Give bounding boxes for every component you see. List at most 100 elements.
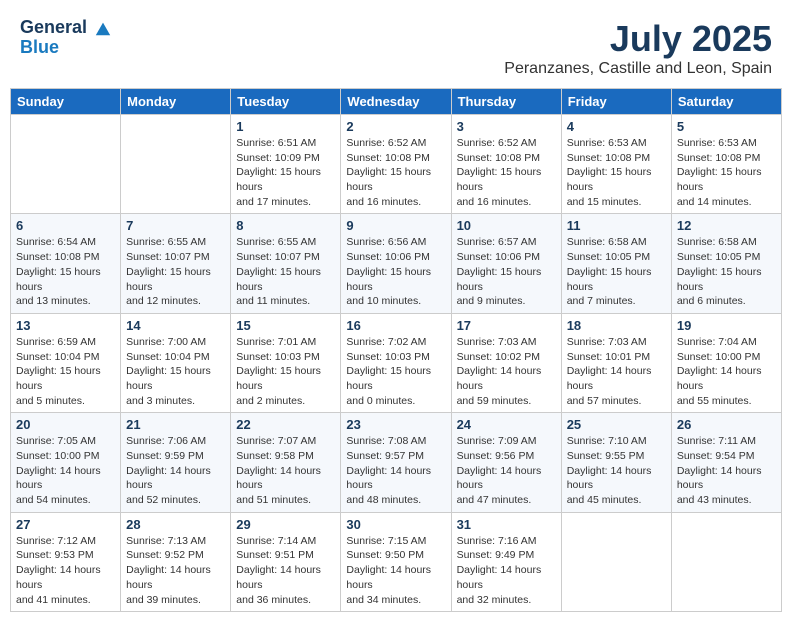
page-header: General Blue July 2025 Peranzanes, Casti… bbox=[10, 10, 782, 82]
calendar-cell: 22 Sunrise: 7:07 AMSunset: 9:58 PMDayligh… bbox=[231, 413, 341, 512]
weekday-header: Friday bbox=[561, 89, 671, 115]
calendar-cell: 25 Sunrise: 7:10 AMSunset: 9:55 PMDayligh… bbox=[561, 413, 671, 512]
logo: General Blue bbox=[20, 18, 112, 58]
calendar-cell: 30 Sunrise: 7:15 AMSunset: 9:50 PMDayligh… bbox=[341, 512, 451, 611]
day-number: 30 bbox=[346, 517, 445, 532]
day-info: Sunrise: 7:11 AMSunset: 9:54 PMDaylight:… bbox=[677, 434, 776, 507]
day-info: Sunrise: 7:16 AMSunset: 9:49 PMDaylight:… bbox=[457, 534, 556, 607]
month-title: July 2025 bbox=[504, 18, 772, 60]
day-number: 2 bbox=[346, 119, 445, 134]
calendar-cell: 26 Sunrise: 7:11 AMSunset: 9:54 PMDayligh… bbox=[671, 413, 781, 512]
calendar-cell: 5 Sunrise: 6:53 AMSunset: 10:08 PMDayligh… bbox=[671, 115, 781, 214]
calendar-cell: 21Sunrise: 7:06 AMSunset: 9:59 PMDayligh… bbox=[121, 413, 231, 512]
calendar-cell: 12Sunrise: 6:58 AMSunset: 10:05 PMDaylig… bbox=[671, 214, 781, 313]
day-number: 8 bbox=[236, 218, 335, 233]
day-number: 21 bbox=[126, 417, 225, 432]
calendar-week-row: 20 Sunrise: 7:05 AMSunset: 10:00 PMDaylig… bbox=[11, 413, 782, 512]
day-info: Sunrise: 6:56 AMSunset: 10:06 PMDaylight… bbox=[346, 235, 445, 308]
calendar-cell: 4Sunrise: 6:53 AMSunset: 10:08 PMDayligh… bbox=[561, 115, 671, 214]
day-number: 10 bbox=[457, 218, 556, 233]
day-number: 7 bbox=[126, 218, 225, 233]
calendar-cell: 15 Sunrise: 7:01 AMSunset: 10:03 PMDaylig… bbox=[231, 313, 341, 412]
calendar-cell: 10 Sunrise: 6:57 AMSunset: 10:06 PMDaylig… bbox=[451, 214, 561, 313]
day-number: 19 bbox=[677, 318, 776, 333]
day-info: Sunrise: 6:59 AMSunset: 10:04 PMDaylight… bbox=[16, 335, 115, 408]
day-info: Sunrise: 7:04 AMSunset: 10:00 PMDaylight… bbox=[677, 335, 776, 408]
calendar-cell bbox=[671, 512, 781, 611]
day-number: 31 bbox=[457, 517, 556, 532]
day-number: 3 bbox=[457, 119, 556, 134]
day-info: Sunrise: 7:14 AMSunset: 9:51 PMDaylight:… bbox=[236, 534, 335, 607]
day-number: 13 bbox=[16, 318, 115, 333]
calendar-cell: 13 Sunrise: 6:59 AMSunset: 10:04 PMDaylig… bbox=[11, 313, 121, 412]
day-number: 22 bbox=[236, 417, 335, 432]
day-number: 4 bbox=[567, 119, 666, 134]
weekday-header: Saturday bbox=[671, 89, 781, 115]
weekday-header: Thursday bbox=[451, 89, 561, 115]
day-number: 28 bbox=[126, 517, 225, 532]
calendar-cell: 9 Sunrise: 6:56 AMSunset: 10:06 PMDayligh… bbox=[341, 214, 451, 313]
calendar-week-row: 1Sunrise: 6:51 AMSunset: 10:09 PMDayligh… bbox=[11, 115, 782, 214]
day-number: 5 bbox=[677, 119, 776, 134]
logo-icon bbox=[94, 19, 112, 37]
day-info: Sunrise: 7:02 AMSunset: 10:03 PMDaylight… bbox=[346, 335, 445, 408]
day-info: Sunrise: 6:54 AMSunset: 10:08 PMDaylight… bbox=[16, 235, 115, 308]
day-info: Sunrise: 7:01 AMSunset: 10:03 PMDaylight… bbox=[236, 335, 335, 408]
day-info: Sunrise: 6:52 AMSunset: 10:08 PMDaylight… bbox=[457, 136, 556, 209]
day-number: 25 bbox=[567, 417, 666, 432]
calendar-cell: 29 Sunrise: 7:14 AMSunset: 9:51 PMDayligh… bbox=[231, 512, 341, 611]
calendar-cell: 17Sunrise: 7:03 AMSunset: 10:02 PMDaylig… bbox=[451, 313, 561, 412]
day-info: Sunrise: 6:57 AMSunset: 10:06 PMDaylight… bbox=[457, 235, 556, 308]
day-number: 9 bbox=[346, 218, 445, 233]
calendar-cell: 19 Sunrise: 7:04 AMSunset: 10:00 PMDaylig… bbox=[671, 313, 781, 412]
calendar-cell: 28 Sunrise: 7:13 AMSunset: 9:52 PMDayligh… bbox=[121, 512, 231, 611]
day-info: Sunrise: 6:53 AMSunset: 10:08 PMDaylight… bbox=[677, 136, 776, 209]
day-info: Sunrise: 7:00 AMSunset: 10:04 PMDaylight… bbox=[126, 335, 225, 408]
calendar-cell: 11 Sunrise: 6:58 AMSunset: 10:05 PMDaylig… bbox=[561, 214, 671, 313]
calendar-cell: 18Sunrise: 7:03 AMSunset: 10:01 PMDaylig… bbox=[561, 313, 671, 412]
day-info: Sunrise: 7:13 AMSunset: 9:52 PMDaylight:… bbox=[126, 534, 225, 607]
calendar-cell: 27Sunrise: 7:12 AMSunset: 9:53 PMDayligh… bbox=[11, 512, 121, 611]
day-number: 14 bbox=[126, 318, 225, 333]
day-info: Sunrise: 6:58 AMSunset: 10:05 PMDaylight… bbox=[567, 235, 666, 308]
logo-text-line1: General bbox=[20, 18, 112, 38]
calendar-header-row: SundayMondayTuesdayWednesdayThursdayFrid… bbox=[11, 89, 782, 115]
day-number: 29 bbox=[236, 517, 335, 532]
calendar-cell: 7Sunrise: 6:55 AMSunset: 10:07 PMDayligh… bbox=[121, 214, 231, 313]
day-info: Sunrise: 7:03 AMSunset: 10:02 PMDaylight… bbox=[457, 335, 556, 408]
calendar-cell: 20 Sunrise: 7:05 AMSunset: 10:00 PMDaylig… bbox=[11, 413, 121, 512]
day-number: 11 bbox=[567, 218, 666, 233]
day-info: Sunrise: 6:52 AMSunset: 10:08 PMDaylight… bbox=[346, 136, 445, 209]
calendar-week-row: 27Sunrise: 7:12 AMSunset: 9:53 PMDayligh… bbox=[11, 512, 782, 611]
day-info: Sunrise: 7:15 AMSunset: 9:50 PMDaylight:… bbox=[346, 534, 445, 607]
calendar-cell: 23Sunrise: 7:08 AMSunset: 9:57 PMDayligh… bbox=[341, 413, 451, 512]
weekday-header: Sunday bbox=[11, 89, 121, 115]
day-number: 20 bbox=[16, 417, 115, 432]
day-number: 15 bbox=[236, 318, 335, 333]
day-number: 12 bbox=[677, 218, 776, 233]
day-number: 26 bbox=[677, 417, 776, 432]
weekday-header: Wednesday bbox=[341, 89, 451, 115]
calendar-cell: 3 Sunrise: 6:52 AMSunset: 10:08 PMDayligh… bbox=[451, 115, 561, 214]
day-number: 16 bbox=[346, 318, 445, 333]
day-info: Sunrise: 7:03 AMSunset: 10:01 PMDaylight… bbox=[567, 335, 666, 408]
day-info: Sunrise: 7:09 AMSunset: 9:56 PMDaylight:… bbox=[457, 434, 556, 507]
day-info: Sunrise: 6:55 AMSunset: 10:07 PMDaylight… bbox=[236, 235, 335, 308]
calendar-cell: 6Sunrise: 6:54 AMSunset: 10:08 PMDayligh… bbox=[11, 214, 121, 313]
day-info: Sunrise: 7:07 AMSunset: 9:58 PMDaylight:… bbox=[236, 434, 335, 507]
location-title: Peranzanes, Castille and Leon, Spain bbox=[504, 60, 772, 78]
calendar-cell bbox=[121, 115, 231, 214]
day-info: Sunrise: 7:05 AMSunset: 10:00 PMDaylight… bbox=[16, 434, 115, 507]
day-info: Sunrise: 7:10 AMSunset: 9:55 PMDaylight:… bbox=[567, 434, 666, 507]
calendar-cell: 16 Sunrise: 7:02 AMSunset: 10:03 PMDaylig… bbox=[341, 313, 451, 412]
calendar-cell: 31 Sunrise: 7:16 AMSunset: 9:49 PMDayligh… bbox=[451, 512, 561, 611]
calendar-week-row: 13 Sunrise: 6:59 AMSunset: 10:04 PMDaylig… bbox=[11, 313, 782, 412]
title-block: July 2025 Peranzanes, Castille and Leon,… bbox=[504, 18, 772, 78]
calendar-cell bbox=[11, 115, 121, 214]
day-number: 24 bbox=[457, 417, 556, 432]
calendar-cell: 2 Sunrise: 6:52 AMSunset: 10:08 PMDayligh… bbox=[341, 115, 451, 214]
day-info: Sunrise: 7:12 AMSunset: 9:53 PMDaylight:… bbox=[16, 534, 115, 607]
weekday-header: Monday bbox=[121, 89, 231, 115]
day-info: Sunrise: 7:08 AMSunset: 9:57 PMDaylight:… bbox=[346, 434, 445, 507]
calendar-cell: 24 Sunrise: 7:09 AMSunset: 9:56 PMDayligh… bbox=[451, 413, 561, 512]
